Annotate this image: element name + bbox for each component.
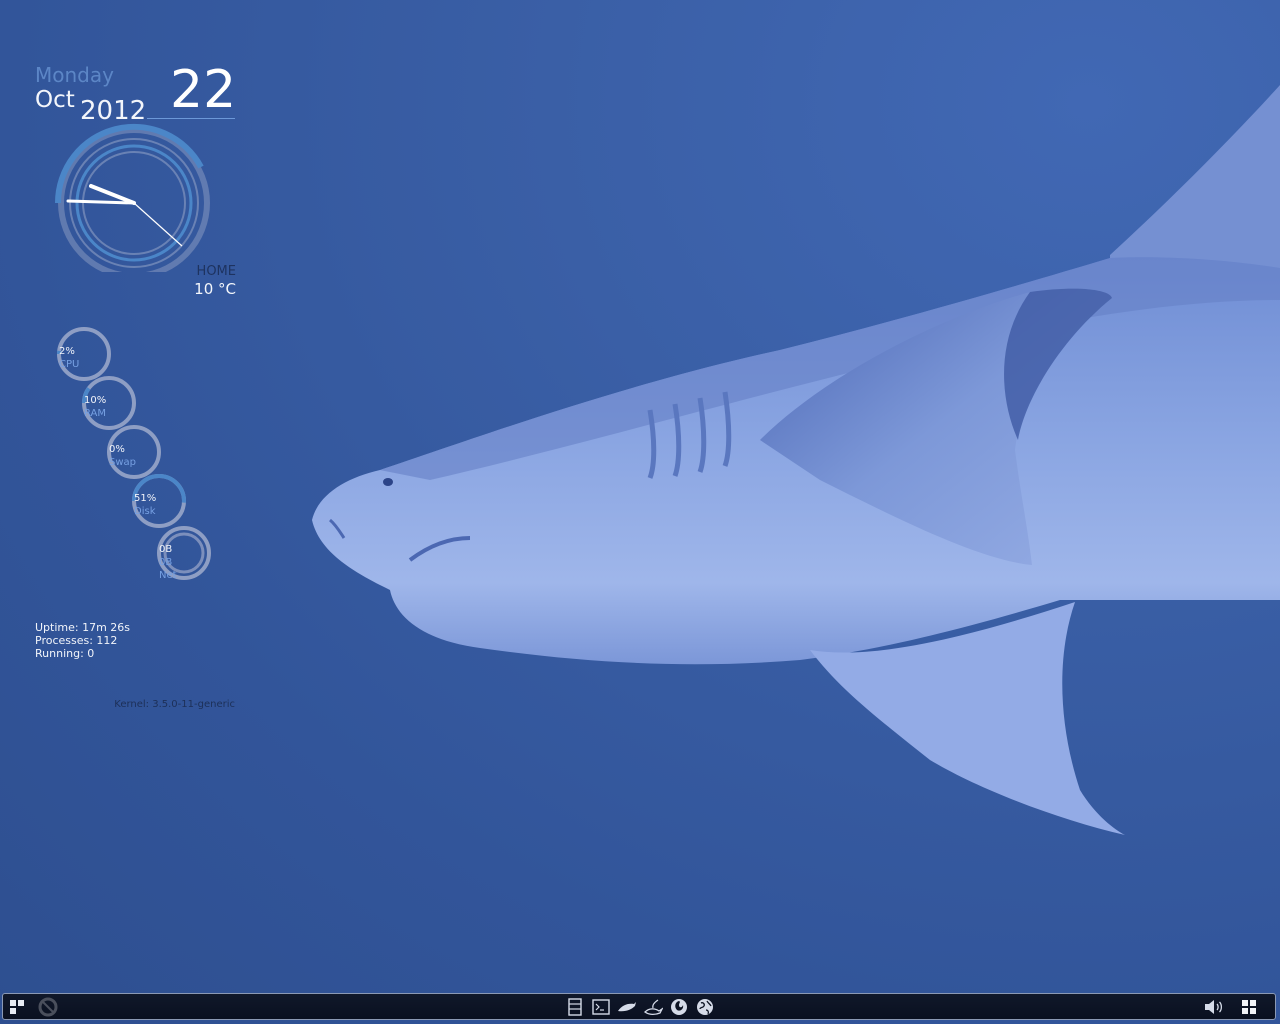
volume-icon bbox=[1205, 1000, 1223, 1014]
terminal-launcher[interactable] bbox=[590, 997, 612, 1017]
start-menu-button[interactable] bbox=[6, 997, 28, 1017]
date-underline bbox=[147, 118, 235, 119]
dolphin-launcher[interactable] bbox=[616, 997, 638, 1017]
firefox-launcher[interactable] bbox=[668, 997, 690, 1017]
net-label: Net bbox=[159, 570, 177, 581]
running-text: Running: 0 bbox=[35, 647, 95, 660]
terminal-icon bbox=[592, 999, 610, 1015]
clock-second-hand bbox=[133, 202, 183, 247]
volume-control[interactable] bbox=[1203, 997, 1225, 1017]
kernel-version: Kernel: 3.5.0-11-generic bbox=[114, 699, 235, 710]
file-manager-launcher[interactable] bbox=[564, 997, 586, 1017]
workspace-switcher[interactable] bbox=[1238, 997, 1260, 1017]
clock-minute-hand bbox=[66, 199, 136, 205]
workspace-switcher-icon bbox=[1242, 1000, 1256, 1014]
genie-lamp-icon bbox=[644, 999, 663, 1016]
genie-launcher[interactable] bbox=[642, 997, 664, 1017]
start-menu-icon bbox=[10, 1000, 24, 1014]
net-down-value: 0B bbox=[159, 544, 173, 555]
weather-location: HOME bbox=[196, 264, 236, 279]
file-manager-icon bbox=[568, 998, 582, 1016]
cpu-label: CPU bbox=[59, 359, 80, 370]
taskbar bbox=[2, 993, 1276, 1020]
weather-temperature: 10 °C bbox=[194, 280, 236, 298]
globe-icon bbox=[697, 999, 713, 1015]
analog-clock bbox=[54, 123, 210, 272]
swap-label: Swap bbox=[109, 457, 137, 468]
month: Oct bbox=[35, 87, 75, 113]
system-info: Uptime: 17m 26s Processes: 112 Running: … bbox=[35, 621, 130, 660]
day-number: 22 bbox=[170, 60, 237, 120]
ubuntu-logo-icon bbox=[38, 997, 58, 1017]
disk-label: Disk bbox=[134, 506, 156, 517]
web-browser-launcher[interactable] bbox=[694, 997, 716, 1017]
firefox-icon bbox=[671, 999, 687, 1015]
dolphin-icon bbox=[618, 1002, 636, 1012]
uptime-text: Uptime: 17m 26s bbox=[35, 621, 131, 634]
disk-value: 51% bbox=[134, 493, 157, 504]
ram-label: RAM bbox=[84, 408, 107, 419]
processes-text: Processes: 112 bbox=[35, 634, 118, 647]
day-name: Monday bbox=[35, 63, 114, 87]
swap-value: 0% bbox=[109, 444, 125, 455]
ubuntu-button[interactable] bbox=[37, 997, 59, 1017]
ram-value: 10% bbox=[84, 395, 107, 406]
net-gauge: 0B 0B Net bbox=[155, 524, 213, 582]
net-up-value: 0B bbox=[159, 557, 173, 568]
cpu-value: 2% bbox=[59, 346, 75, 357]
disk-gauge: 51% Disk bbox=[130, 472, 188, 530]
